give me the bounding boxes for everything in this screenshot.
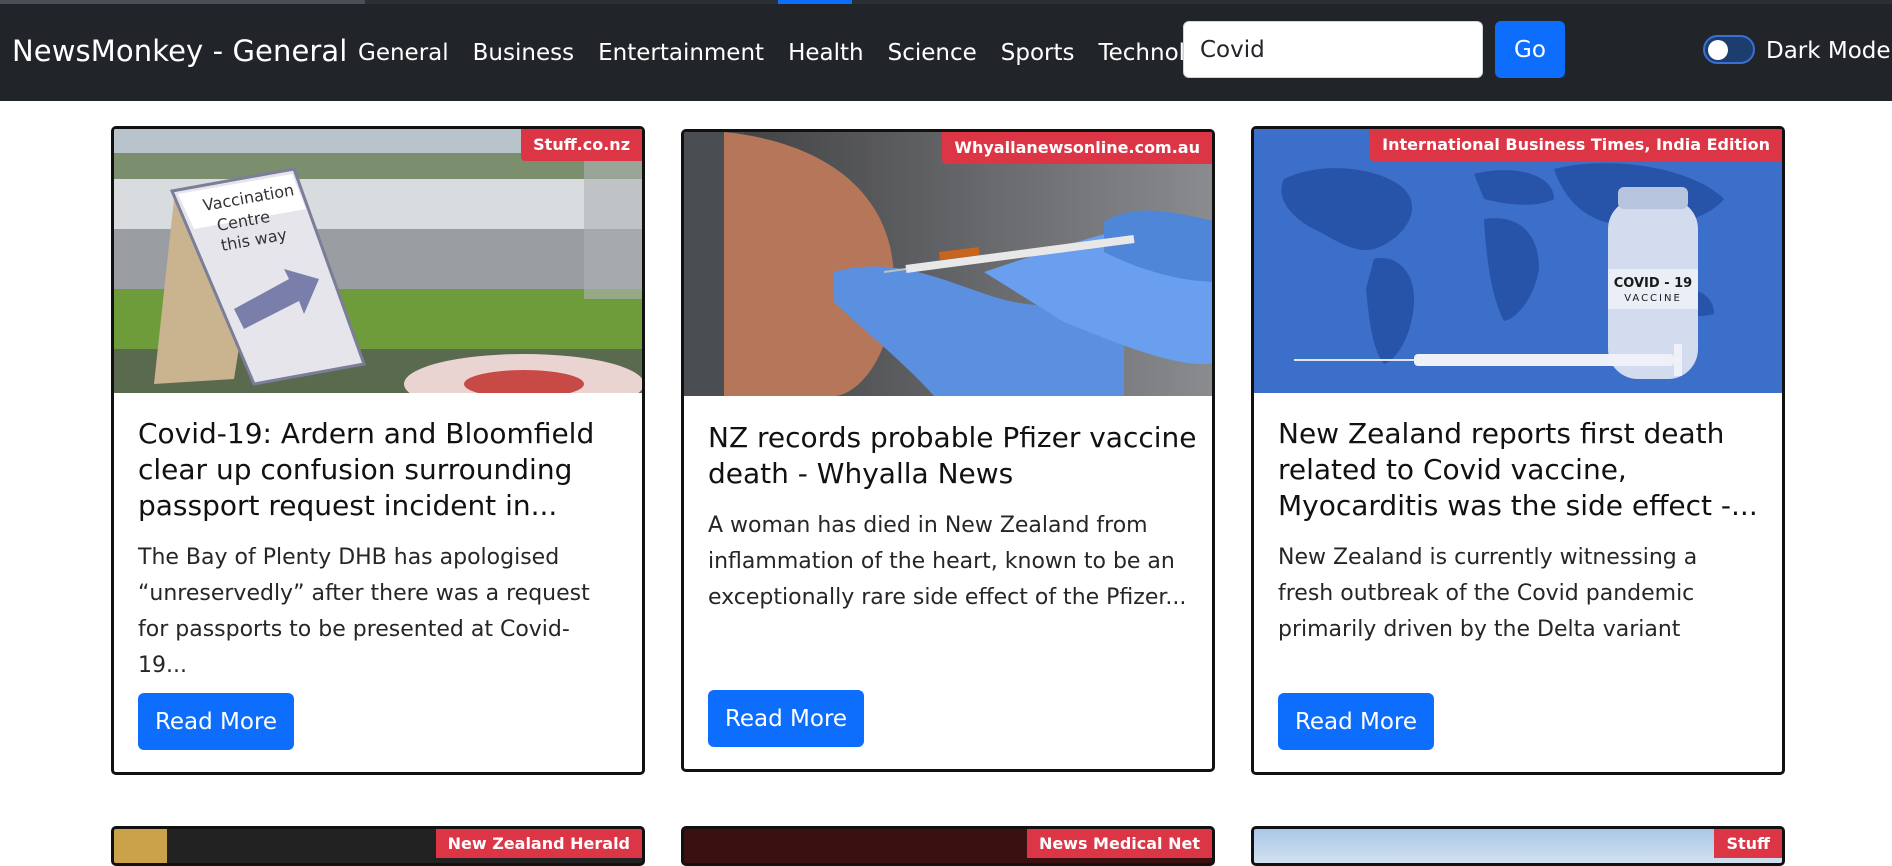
- nav-link-science[interactable]: Science: [876, 38, 989, 68]
- vaccination-sign-photo: Vaccination Centre this way: [114, 129, 642, 393]
- news-card: Vaccination Centre this way Stuff.co.nz …: [111, 126, 645, 775]
- news-card-image: COVID - 19 VACCINE International Busines…: [1254, 129, 1782, 393]
- nav-link-health[interactable]: Health: [776, 38, 876, 68]
- nav-link-general[interactable]: General: [352, 38, 461, 68]
- nav-link-business[interactable]: Business: [461, 38, 586, 68]
- nav-link-sports[interactable]: Sports: [989, 38, 1087, 68]
- card-title: Covid-19: Ardern and Bloomfield clear up…: [138, 417, 595, 522]
- navbar: NewsMonkey - General General Business En…: [0, 4, 1892, 101]
- read-more-button[interactable]: Read More: [708, 690, 864, 747]
- vial-label-line2: VACCINE: [1624, 293, 1682, 304]
- news-card: Whyallanewsonline.com.au NZ records prob…: [681, 129, 1215, 772]
- source-badge: Stuff: [1714, 829, 1782, 858]
- card-title: NZ records probable Pfizer vaccine death…: [708, 421, 1197, 490]
- dark-mode-label: Dark Mode: [1766, 38, 1891, 64]
- dark-mode-toggle[interactable]: [1703, 35, 1755, 64]
- read-more-button[interactable]: Read More: [1278, 693, 1434, 750]
- nav-link-entertainment[interactable]: Entertainment: [586, 38, 776, 68]
- card-description: New Zealand is currently witnessing a fr…: [1278, 545, 1698, 642]
- news-card-image: Whyallanewsonline.com.au: [684, 132, 1212, 396]
- source-badge: Stuff.co.nz: [521, 129, 642, 161]
- card-description: A woman has died in New Zealand from inf…: [708, 513, 1187, 610]
- navbar-brand[interactable]: NewsMonkey - General: [12, 34, 347, 68]
- search-input[interactable]: [1183, 21, 1483, 78]
- card-description: The Bay of Plenty DHB has apologised “un…: [138, 545, 590, 678]
- covid-vaccine-map-illustration: COVID - 19 VACCINE: [1254, 129, 1782, 393]
- source-badge: News Medical Net: [1026, 829, 1212, 858]
- go-button[interactable]: Go: [1495, 21, 1565, 78]
- news-card-image: Vaccination Centre this way Stuff.co.nz: [114, 129, 642, 393]
- toggle-knob: [1708, 40, 1728, 60]
- source-badge: Whyallanewsonline.com.au: [942, 132, 1212, 164]
- news-card-peek: New Zealand Herald: [111, 826, 645, 866]
- card-title: New Zealand reports first death related …: [1278, 417, 1758, 522]
- vaccine-injection-photo: [684, 132, 1212, 396]
- nav-links: General Business Entertainment Health Sc…: [352, 38, 1239, 68]
- source-badge: New Zealand Herald: [435, 829, 642, 858]
- vial-label-line1: COVID - 19: [1614, 276, 1692, 291]
- news-card: COVID - 19 VACCINE International Busines…: [1251, 126, 1785, 775]
- news-card-peek: Stuff: [1251, 826, 1785, 866]
- news-card-peek: News Medical Net: [681, 826, 1215, 866]
- source-badge: International Business Times, India Edit…: [1370, 129, 1782, 161]
- read-more-button[interactable]: Read More: [138, 693, 294, 750]
